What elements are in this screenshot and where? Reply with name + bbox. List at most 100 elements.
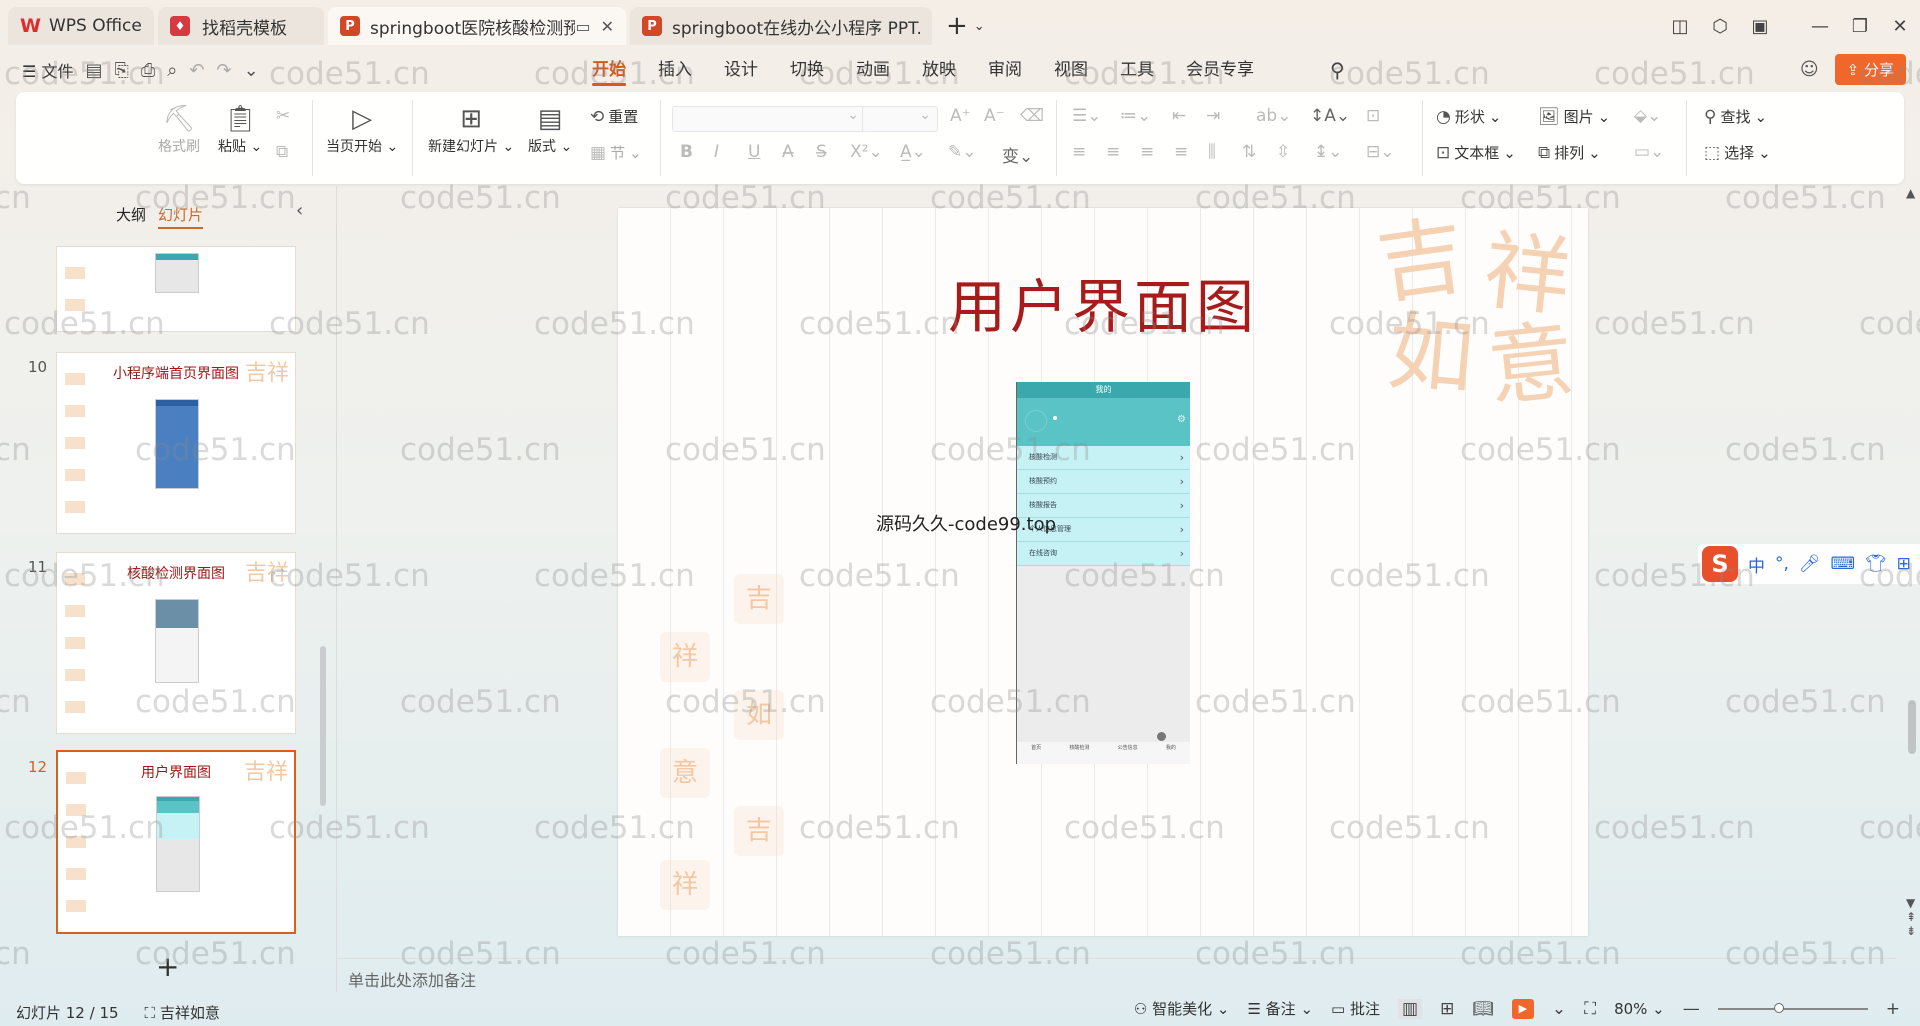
thumbnail-scrollbar[interactable] bbox=[320, 646, 326, 806]
scroll-thumb[interactable] bbox=[1908, 700, 1916, 754]
tab-review[interactable]: 审阅 bbox=[972, 52, 1038, 88]
outline-tab[interactable]: 大纲 bbox=[116, 204, 146, 229]
notes-button[interactable]: ☰ 备注 ⌄ bbox=[1247, 998, 1313, 1019]
justify-icon[interactable]: ≡ bbox=[1174, 142, 1188, 162]
reset-button[interactable]: ⟲ 重置 bbox=[590, 106, 638, 127]
ime-lang[interactable]: 中 bbox=[1748, 552, 1765, 577]
tab-docer-templates[interactable]: ♦ 找稻壳模板 bbox=[158, 7, 324, 45]
close-icon[interactable]: ✕ bbox=[1880, 16, 1920, 37]
plus-icon[interactable]: + bbox=[946, 11, 968, 41]
file-menu[interactable]: ☰ 文件 bbox=[22, 58, 73, 82]
slide-canvas[interactable]: 吉祥如意 吉 祥 如 意 吉 祥 用户界面图 我的 ⚙ 核酸检测 核酸预约 核酸… bbox=[618, 208, 1588, 936]
font-color-icon[interactable]: A̲⌄ bbox=[900, 142, 926, 162]
zoom-out-icon[interactable]: — bbox=[1683, 999, 1700, 1019]
reading-view-icon[interactable]: 📖︎ bbox=[1472, 999, 1494, 1019]
new-slide-button[interactable]: ⊞ 新建幻灯片 ⌄ bbox=[428, 102, 514, 156]
chat-icon[interactable]: ☺ bbox=[1800, 59, 1819, 80]
tab-membership[interactable]: 会员专享 bbox=[1170, 52, 1270, 88]
line-spacing-2-icon[interactable]: ↨⌄ bbox=[1314, 142, 1343, 162]
grid-icon[interactable]: ⊞ bbox=[1897, 554, 1911, 574]
layout-button[interactable]: ▤ 版式 ⌄ bbox=[528, 102, 572, 156]
clear-format-icon[interactable]: ⌫ bbox=[1020, 106, 1044, 126]
slide-title[interactable]: 用户界面图 bbox=[948, 260, 1258, 344]
notes-pane[interactable]: 单击此处添加备注 bbox=[336, 958, 1896, 992]
align-center-icon[interactable]: ≡ bbox=[1106, 142, 1120, 162]
print-icon[interactable]: ⎙ bbox=[141, 60, 155, 81]
zoom-in-icon[interactable]: + bbox=[1886, 999, 1900, 1019]
ime-punct[interactable]: °, bbox=[1775, 554, 1789, 574]
text-direction-icon[interactable]: ab⌄ bbox=[1256, 106, 1291, 126]
tab-tools[interactable]: 工具 bbox=[1104, 52, 1170, 88]
tab-insert[interactable]: 插入 bbox=[642, 52, 708, 88]
chevron-down-icon[interactable]: ⌄ bbox=[1552, 999, 1566, 1019]
phonetic-icon[interactable]: 变⌄ bbox=[1002, 142, 1033, 167]
distribute-icon[interactable]: ⫼ bbox=[1208, 142, 1216, 162]
tab-other-document[interactable]: P springboot在线办公小程序 PPT.ppt bbox=[630, 7, 932, 45]
redo-icon[interactable]: ↷ bbox=[216, 60, 231, 81]
font-family-select[interactable] bbox=[672, 106, 866, 132]
picture-button[interactable]: 🖼︎ 图片 ⌄ bbox=[1538, 106, 1610, 127]
play-from-current-button[interactable]: ▷ 当页开始 ⌄ bbox=[326, 102, 398, 156]
phone-screenshot-image[interactable]: 我的 ⚙ 核酸检测 核酸预约 核酸报告 个人信息管理 在线咨询 首页 核酸检测 … bbox=[1016, 382, 1190, 764]
superscript-icon[interactable]: X²⌄ bbox=[850, 142, 883, 162]
select-button[interactable]: ⬚ 选择 ⌄ bbox=[1704, 142, 1771, 163]
play-icon[interactable]: ▶ bbox=[1511, 998, 1534, 1019]
italic-icon[interactable]: I bbox=[714, 142, 719, 162]
tab-wps-office[interactable]: W WPS Office bbox=[8, 7, 154, 45]
chevron-down-icon[interactable]: ⌄ bbox=[974, 19, 985, 34]
monitor-icon[interactable]: ▭ bbox=[575, 17, 590, 36]
text-align-icon[interactable]: ⊟⌄ bbox=[1366, 142, 1395, 162]
save-icon[interactable]: ▤ bbox=[85, 60, 102, 81]
line-spacing-icon[interactable]: ↕A⌄ bbox=[1310, 106, 1350, 126]
bold-icon[interactable]: B bbox=[680, 142, 693, 162]
export-icon[interactable]: ⎘ bbox=[114, 60, 128, 81]
underline-icon[interactable]: U bbox=[748, 142, 760, 162]
align-left-icon[interactable]: ≡ bbox=[1072, 142, 1086, 162]
scroll-up-icon[interactable]: ▲ bbox=[1906, 186, 1915, 200]
paragraph-spacing-icon[interactable]: ⇅ bbox=[1242, 142, 1256, 162]
highlight-icon[interactable]: ✎⌄ bbox=[948, 142, 977, 162]
undo-icon[interactable]: ↶ bbox=[189, 60, 204, 81]
shadow-icon[interactable]: S̶ bbox=[816, 142, 827, 162]
tab-design[interactable]: 设计 bbox=[708, 52, 774, 88]
share-button[interactable]: ⇪ 分享 bbox=[1834, 54, 1906, 85]
outline-icon[interactable]: ▭⌄ bbox=[1634, 142, 1664, 162]
shapes-button[interactable]: ◔ 形状 ⌄ bbox=[1436, 106, 1501, 127]
avatar[interactable]: ▣ bbox=[1740, 16, 1780, 37]
microphone-icon[interactable]: 🎤︎ bbox=[1799, 554, 1821, 574]
ime-toolbar[interactable]: S 中 °, 🎤︎ ⌨ 👕︎ ⊞ bbox=[1698, 544, 1920, 584]
numbered-list-icon[interactable]: ≔⌄ bbox=[1120, 106, 1151, 126]
strikethrough-icon[interactable]: A̶ bbox=[782, 142, 794, 162]
decrease-font-icon[interactable]: A⁻ bbox=[984, 106, 1005, 126]
skin-icon[interactable]: 👕︎ bbox=[1865, 554, 1887, 574]
tab-current-document[interactable]: P springboot医院核酸检测预约 ▭ ✕ bbox=[328, 7, 626, 45]
slides-tab[interactable]: 幻灯片 bbox=[158, 204, 204, 229]
add-slide-icon[interactable]: + bbox=[156, 950, 179, 983]
spacing-icon[interactable]: ⇳ bbox=[1276, 142, 1290, 162]
paste-button[interactable]: 📋︎ 粘贴 ⌄ bbox=[218, 102, 262, 156]
copy-icon[interactable]: ⧉ bbox=[276, 142, 288, 162]
zoom-slider[interactable] bbox=[1717, 1002, 1868, 1013]
bullet-list-icon[interactable]: ☰⌄ bbox=[1072, 106, 1101, 126]
tab-animations[interactable]: 动画 bbox=[840, 52, 906, 88]
restore-icon[interactable]: ❐ bbox=[1840, 16, 1880, 37]
cube-icon[interactable]: ⬡ bbox=[1700, 16, 1740, 37]
theme-button[interactable]: ⛶ 吉祥如意 bbox=[145, 1002, 220, 1023]
close-tab-icon[interactable]: ✕ bbox=[601, 17, 614, 36]
slide-thumbnail-12[interactable]: 吉祥 用户界面图 bbox=[56, 750, 296, 934]
convert-smartart-icon[interactable]: ⊡ bbox=[1366, 106, 1380, 126]
slide-sorter-icon[interactable]: ⊞ bbox=[1440, 999, 1454, 1019]
section-button[interactable]: ▦ 节 ⌄ bbox=[590, 142, 642, 163]
tab-home[interactable]: 开始 bbox=[576, 52, 642, 88]
print-preview-icon[interactable]: ⌕ bbox=[167, 60, 177, 81]
slide-thumbnail-11[interactable]: 吉祥 核酸检测界面图 bbox=[56, 552, 296, 734]
textbox-button[interactable]: ⊡ 文本框 ⌄ bbox=[1436, 142, 1516, 163]
fill-icon[interactable]: ⬙⌄ bbox=[1634, 106, 1661, 126]
normal-view-icon[interactable]: ▥ bbox=[1398, 998, 1423, 1019]
minimize-icon[interactable]: — bbox=[1800, 16, 1840, 37]
cut-icon[interactable]: ✂ bbox=[276, 106, 290, 126]
font-size-select[interactable] bbox=[862, 106, 938, 132]
format-painter-button[interactable]: ⛏ 格式刷 bbox=[158, 102, 200, 156]
layout-icon[interactable]: ◫ bbox=[1660, 16, 1700, 37]
align-right-icon[interactable]: ≡ bbox=[1140, 142, 1154, 162]
